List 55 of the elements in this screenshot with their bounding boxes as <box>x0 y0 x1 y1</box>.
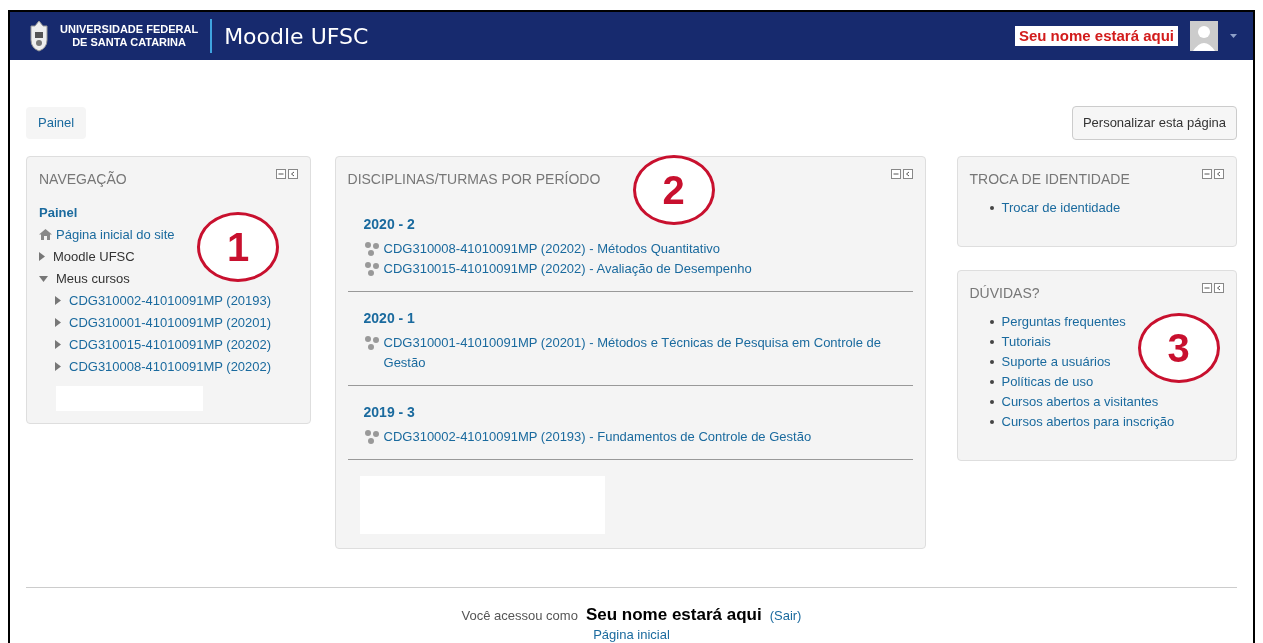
help-link[interactable]: Políticas de uso <box>1001 371 1094 392</box>
home-icon <box>39 229 52 240</box>
block-controls-icon[interactable] <box>1202 168 1224 179</box>
footer-user-name: Seu nome estará aqui <box>585 603 762 626</box>
nav-item[interactable]: CDG310001-41010091MP (20201) <box>69 311 272 334</box>
nav-item[interactable]: CDG310008-41010091MP (20202) <box>69 355 272 378</box>
breadcrumb-link[interactable]: Painel <box>26 107 87 139</box>
period-heading: 2020 - 1 <box>363 308 416 328</box>
course-link[interactable]: CDG310008-41010091MP (20202) - Métodos Quantitativo <box>383 238 721 259</box>
help-link[interactable]: Tutoriais <box>1001 331 1051 352</box>
identity-link[interactable]: Trocar de identidade <box>1001 197 1121 218</box>
block-controls-icon[interactable] <box>890 168 913 179</box>
period-heading: 2019 - 3 <box>363 402 416 422</box>
block-controls-icon[interactable] <box>1202 282 1224 293</box>
expanded-arrow-icon[interactable] <box>39 275 48 282</box>
annotation-circle: 1 <box>197 211 279 282</box>
course-icon <box>363 260 380 277</box>
collapsed-arrow-icon[interactable] <box>39 252 45 261</box>
site-name[interactable]: Moodle UFSC <box>224 19 369 53</box>
collapsed-arrow-icon[interactable] <box>55 340 61 349</box>
course-link[interactable]: CDG310002-41010091MP (20193) - Fundamentos de Controle de Gestão <box>383 426 812 447</box>
nav-item[interactable]: CDG310015-41010091MP (20202) <box>69 333 272 356</box>
help-link[interactable]: Cursos abertos para inscrição <box>1001 411 1175 432</box>
course-icon <box>363 428 380 445</box>
nav-item[interactable]: Moodle UFSC <box>53 245 135 268</box>
user-name: Seu nome estará aqui <box>1014 26 1178 46</box>
annotation-circle: 2 <box>632 154 715 225</box>
login-info-text: Você acessou como <box>461 606 578 625</box>
block-title: NAVEGAÇÃO <box>39 169 127 189</box>
help-link[interactable]: Suporte a usuários <box>1001 351 1111 372</box>
course-icon <box>363 240 380 257</box>
university-name: DE SANTA CATARINA <box>72 36 186 49</box>
collapsed-arrow-icon[interactable] <box>55 318 61 327</box>
nav-item[interactable]: Meus cursos <box>56 267 130 290</box>
help-link[interactable]: Cursos abertos a visitantes <box>1001 391 1159 412</box>
logout-link[interactable]: (Sair) <box>769 605 802 625</box>
university-name: UNIVERSIDADE FEDERAL <box>60 23 199 36</box>
block-controls-icon[interactable] <box>275 168 298 179</box>
nav-link[interactable]: Página inicial do site <box>56 223 175 246</box>
help-link[interactable]: Perguntas frequentes <box>1001 311 1126 332</box>
collapsed-arrow-icon[interactable] <box>55 296 61 305</box>
dropdown-caret-icon[interactable] <box>1230 34 1237 38</box>
customize-page-button[interactable]: Personalizar esta página <box>1071 106 1237 140</box>
course-icon <box>363 334 380 351</box>
nav-item[interactable]: CDG310002-41010091MP (20193) <box>69 289 272 312</box>
block-title: DÚVIDAS? <box>969 283 1040 303</box>
period-heading: 2020 - 2 <box>363 214 416 234</box>
block-title: TROCA DE IDENTIDADE <box>969 169 1130 189</box>
course-link[interactable]: CDG310001-41010091MP (20201) - Métodos e Técnicas de Pesquisa em Controle de Gestão <box>383 332 897 373</box>
nav-link[interactable]: Painel <box>39 204 78 220</box>
block-title: DISCIPLINAS/TURMAS POR PERÍODO <box>347 169 601 189</box>
annotation-circle: 3 <box>1137 312 1220 383</box>
collapsed-arrow-icon[interactable] <box>55 362 61 371</box>
home-page-link[interactable]: Página inicial <box>593 627 670 643</box>
course-link[interactable]: CDG310015-41010091MP (20202) - Avaliação de Desempenho <box>383 258 752 279</box>
